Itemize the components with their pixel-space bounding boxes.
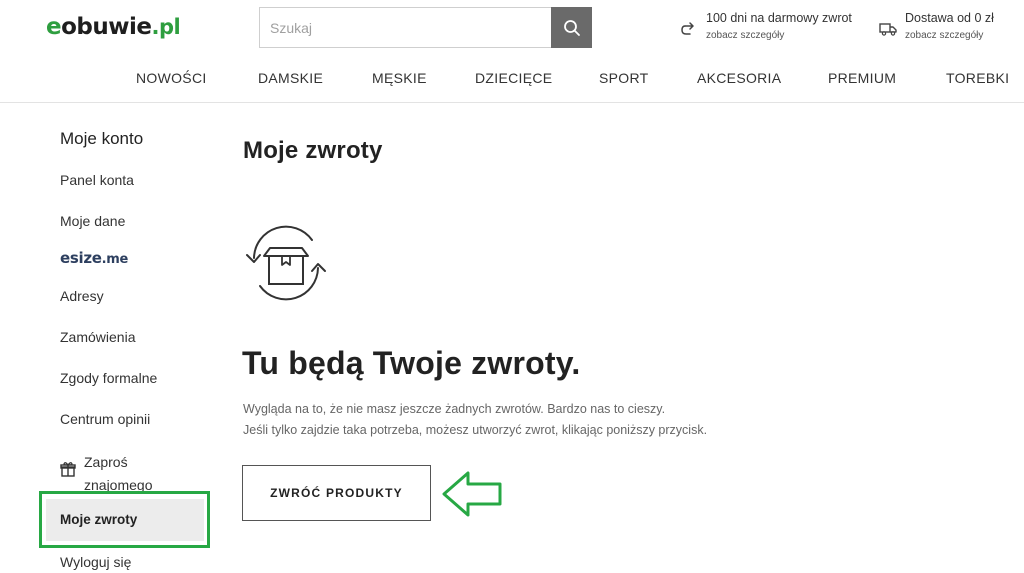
nav-item-akcesoria[interactable]: AKCESORIA bbox=[697, 70, 781, 86]
sidebar-title: Moje konto bbox=[60, 129, 144, 148]
sidebar-item-zgody-formalne[interactable]: Zgody formalne bbox=[60, 370, 157, 386]
delivery-perk[interactable]: Dostawa od 0 zł zobacz szczegóły bbox=[878, 11, 994, 43]
sidebar-item-panel-konta[interactable]: Panel konta bbox=[60, 172, 134, 188]
logo-main: obuwie bbox=[61, 14, 152, 40]
sidebar-item-zamowienia[interactable]: Zamówienia bbox=[60, 329, 135, 345]
logo-suffix: .pl bbox=[151, 15, 181, 39]
perk-returns-link[interactable]: zobacz szczegóły bbox=[706, 29, 852, 43]
nav-item-nowosci[interactable]: NOWOŚCI bbox=[136, 70, 207, 86]
nav-item-damskie[interactable]: DAMSKIE bbox=[258, 70, 323, 86]
empty-state-heading: Tu będą Twoje zwroty. bbox=[242, 345, 581, 381]
delivery-truck-icon bbox=[879, 23, 897, 36]
nav-item-premium[interactable]: PREMIUM bbox=[828, 70, 896, 86]
return-products-button[interactable]: ZWRÓĆ PRODUKTY bbox=[242, 465, 431, 521]
perk-delivery-title: Dostawa od 0 zł bbox=[905, 11, 994, 25]
sidebar-item-logout[interactable]: Wyloguj się bbox=[60, 554, 131, 570]
nav-item-sport[interactable]: SPORT bbox=[599, 70, 648, 86]
logo-prefix: e bbox=[46, 14, 62, 40]
main-navigation: NOWOŚCI DAMSKIE MĘSKIE DZIECIĘCE SPORT A… bbox=[0, 70, 1024, 90]
esize-logo-main: esize bbox=[60, 249, 102, 267]
page-title: Moje zwroty bbox=[243, 137, 383, 164]
nav-item-meskie[interactable]: MĘSKIE bbox=[372, 70, 427, 86]
return-arrow-icon bbox=[681, 22, 694, 35]
sidebar-item-centrum-opinii[interactable]: Centrum opinii bbox=[60, 411, 150, 427]
box-return-icon bbox=[246, 225, 326, 301]
empty-state-description-line2: Jeśli tylko zajdzie taka potrzeba, możes… bbox=[243, 423, 708, 437]
eobuwie-logo[interactable]: eobuwie.pl bbox=[46, 12, 181, 42]
search-input[interactable] bbox=[260, 8, 551, 47]
gift-icon bbox=[60, 462, 76, 477]
search-bar bbox=[259, 7, 592, 48]
search-button[interactable] bbox=[551, 7, 592, 48]
site-header: eobuwie.pl 100 dni na darmowy zwrot zoba… bbox=[0, 0, 1024, 103]
free-returns-perk[interactable]: 100 dni na darmowy zwrot zobacz szczegół… bbox=[679, 11, 852, 43]
nav-item-torebki[interactable]: TOREBKI bbox=[946, 70, 1009, 86]
perk-delivery-link[interactable]: zobacz szczegóły bbox=[905, 29, 994, 43]
left-arrow-outline-icon bbox=[442, 471, 502, 517]
nav-item-dzieciece[interactable]: DZIECIĘCE bbox=[475, 70, 552, 86]
sidebar-item-moje-dane[interactable]: Moje dane bbox=[60, 213, 125, 229]
empty-state-description-line1: Wygląda na to, że nie masz jeszcze żadny… bbox=[243, 402, 666, 416]
esize-logo-link[interactable]: esize.me bbox=[60, 249, 128, 267]
esize-logo-suffix: .me bbox=[101, 252, 129, 267]
sidebar-item-adresy[interactable]: Adresy bbox=[60, 288, 104, 304]
search-icon bbox=[563, 19, 580, 36]
sidebar-item-moje-zwroty[interactable]: Moje zwroty bbox=[46, 499, 204, 541]
perk-returns-title: 100 dni na darmowy zwrot bbox=[706, 11, 852, 25]
